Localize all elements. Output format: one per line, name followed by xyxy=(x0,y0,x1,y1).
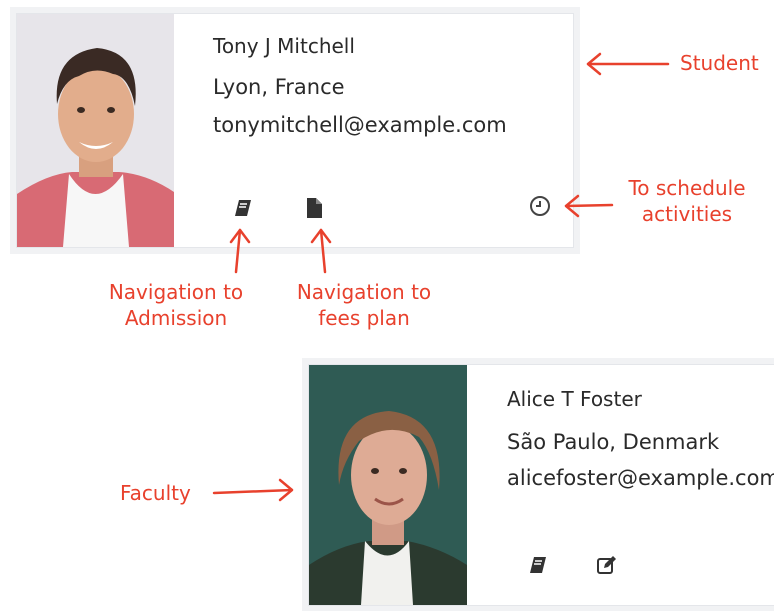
annotation-student: Student xyxy=(680,51,759,75)
faculty-info: Alice T Foster São Paulo, Denmark alicef… xyxy=(507,387,774,491)
faculty-photo xyxy=(309,365,467,605)
faculty-email: alicefoster@example.com xyxy=(507,466,774,490)
student-info: Tony J Mitchell Lyon, France tonymitchel… xyxy=(213,34,507,138)
student-location: Lyon, France xyxy=(213,75,345,99)
student-name: Tony J Mitchell xyxy=(213,34,355,58)
clock-icon[interactable] xyxy=(528,194,552,218)
student-email: tonymitchell@example.com xyxy=(213,113,507,137)
arrow-student-head xyxy=(586,52,602,76)
book-icon[interactable] xyxy=(526,553,550,577)
annotation-schedule: To schedule activities xyxy=(628,176,746,226)
edit-icon[interactable] xyxy=(595,553,619,577)
student-card: Tony J Mitchell Lyon, France tonymitchel… xyxy=(16,13,574,248)
annotation-faculty: Faculty xyxy=(120,481,191,505)
faculty-name: Alice T Foster xyxy=(507,387,642,411)
book-icon[interactable] xyxy=(231,196,255,220)
faculty-card: Alice T Foster São Paulo, Denmark alicef… xyxy=(308,364,774,606)
file-icon[interactable] xyxy=(302,196,326,220)
arrow-faculty-head xyxy=(278,478,294,502)
arrow-faculty xyxy=(212,488,294,495)
annotation-admission: Navigation to Admission xyxy=(108,280,244,330)
annotation-fees: Navigation to fees plan xyxy=(296,280,432,330)
faculty-location: São Paulo, Denmark xyxy=(507,430,720,454)
student-photo xyxy=(17,14,174,247)
